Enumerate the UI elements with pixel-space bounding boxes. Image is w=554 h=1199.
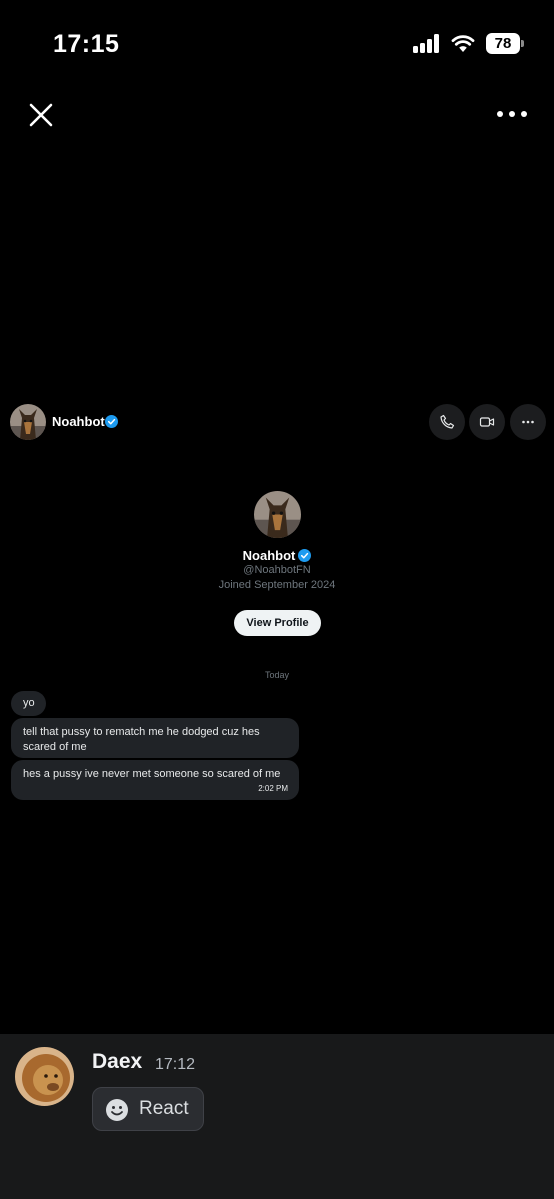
discord-message-bar: Daex 17:12 React <box>0 1034 554 1199</box>
chat-name[interactable]: Noahbot <box>52 414 105 429</box>
profile-avatar[interactable] <box>254 491 301 538</box>
wifi-icon <box>451 35 475 52</box>
video-call-button[interactable] <box>469 404 505 440</box>
battery-level: 78 <box>486 33 520 54</box>
verified-badge-icon <box>298 549 312 562</box>
message-text: tell that pussy to rematch me he dodged … <box>23 726 260 753</box>
message-bubble[interactable]: tell that pussy to rematch me he dodged … <box>11 718 299 758</box>
call-button[interactable] <box>429 404 465 440</box>
message-timestamp: 2:02 PM <box>258 784 288 793</box>
profile-name-row: Noahbot <box>0 548 554 563</box>
status-bar: 17:15 78 <box>0 0 554 90</box>
video-icon <box>479 417 495 427</box>
react-button[interactable]: React <box>92 1087 204 1131</box>
profile-name: Noahbot <box>242 548 296 563</box>
day-separator: Today <box>264 670 290 680</box>
verified-badge-icon <box>105 415 118 428</box>
close-icon[interactable] <box>26 100 56 130</box>
discord-timestamp: 17:12 <box>155 1056 196 1073</box>
profile-handle: @NoahbotFN <box>243 564 311 576</box>
chat-options-button[interactable] <box>510 404 546 440</box>
avatar[interactable] <box>15 1047 74 1106</box>
battery-icon: 78 <box>486 33 524 54</box>
more-icon <box>522 420 534 424</box>
view-profile-button[interactable]: View Profile <box>234 610 321 636</box>
message-bubble[interactable]: hes a pussy ive never met someone so sca… <box>11 760 299 800</box>
smiley-icon <box>106 1099 128 1121</box>
message-bubble[interactable]: yo <box>11 691 46 716</box>
message-text: yo <box>23 697 35 709</box>
status-time: 17:15 <box>53 30 120 58</box>
message-text: hes a pussy ive never met someone so sca… <box>23 768 281 780</box>
react-label: React <box>139 1098 189 1119</box>
chat-header: Noahbot <box>0 402 554 442</box>
more-horizontal-icon[interactable] <box>494 104 530 124</box>
avatar[interactable] <box>10 404 46 440</box>
profile-joined-date: Joined September 2024 <box>218 579 336 591</box>
cellular-signal-icon <box>413 34 441 53</box>
discord-username[interactable]: Daex <box>92 1050 142 1074</box>
phone-icon <box>440 414 455 429</box>
